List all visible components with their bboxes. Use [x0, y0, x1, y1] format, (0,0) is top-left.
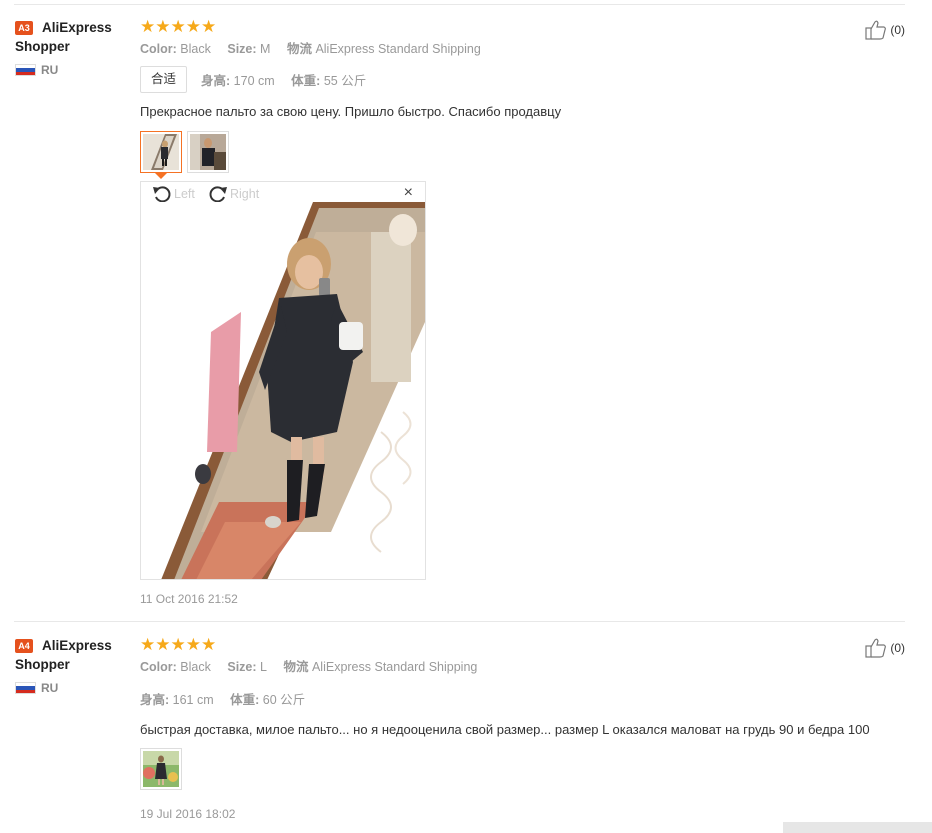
photo-thumbnail — [143, 751, 179, 787]
height-value: 161 cm — [172, 693, 214, 707]
rotate-right-icon — [209, 186, 227, 203]
reviewer-country: RU — [15, 63, 130, 77]
review-text: Прекрасное пальто за свою цену. Пришло б… — [140, 104, 562, 119]
size-label: Size: — [227, 42, 257, 56]
review-photos — [140, 748, 187, 790]
review-text: быстрая доставка, милое пальто... но я н… — [140, 722, 870, 737]
country-code: RU — [41, 63, 59, 77]
rotate-right-label: Right — [230, 187, 260, 201]
reviewer-info: A4 AliExpress Shopper RU — [15, 636, 130, 695]
color-label: Color: — [140, 42, 177, 56]
helpful-count: (0) — [890, 641, 905, 655]
review-date: 11 Oct 2016 21:52 — [140, 592, 238, 606]
review-photo-thumb[interactable] — [140, 131, 182, 179]
fit-row: 合适 身高: 170 cm 体重: 55 公斤 — [140, 66, 900, 93]
weight-label: 体重: — [230, 693, 260, 707]
color-label: Color: — [140, 660, 177, 674]
buyer-level-badge: A3 — [15, 20, 33, 35]
rotate-left-icon — [153, 186, 171, 203]
color-value: Black — [180, 660, 211, 674]
reviewer-name: AliExpress — [42, 638, 112, 653]
fit-tag: 合适 — [140, 66, 188, 93]
height-label: 身高: — [140, 693, 170, 707]
thumbs-up-icon — [865, 20, 887, 40]
rotate-left-label: Left — [174, 187, 195, 201]
review-photo-large — [141, 202, 425, 579]
helpful-vote[interactable]: (0) — [865, 638, 905, 658]
reviewer-name-line2: Shopper — [15, 39, 70, 54]
shipping-value: AliExpress Standard Shipping — [311, 660, 478, 674]
height-value: 170 cm — [233, 74, 275, 88]
reviewer-country: RU — [15, 681, 130, 695]
size-value: M — [260, 42, 271, 56]
rotate-left-button[interactable]: Left — [151, 184, 195, 204]
weight-value: 55 公斤 — [323, 74, 367, 88]
photo-thumbnail — [190, 134, 226, 170]
helpful-vote[interactable]: (0) — [865, 20, 905, 40]
country-code: RU — [41, 681, 59, 695]
star-rating: ★★★★★ — [140, 635, 217, 654]
shipping-value: AliExpress Standard Shipping — [315, 42, 481, 56]
review-photos — [140, 131, 234, 179]
thumbs-up-icon — [865, 638, 887, 658]
reviewer-name: AliExpress — [42, 20, 112, 35]
close-viewer-button[interactable]: × — [404, 185, 413, 201]
photo-viewer: Left Right × — [140, 181, 426, 580]
review-photo-thumb[interactable] — [140, 748, 182, 790]
color-value: Black — [180, 42, 211, 56]
review-photo-thumb[interactable] — [187, 131, 229, 173]
buyer-level-badge: A4 — [15, 638, 33, 653]
reviewer-name-line2: Shopper — [15, 657, 70, 672]
bottom-overlay-bar — [783, 822, 932, 833]
rotate-right-button[interactable]: Right — [207, 184, 259, 204]
body-info: 身高: 161 cm 体重: 60 公斤 — [140, 689, 305, 708]
weight-label: 体重: — [291, 74, 321, 88]
photo-thumbnail — [143, 134, 179, 170]
size-value: L — [260, 660, 267, 674]
russia-flag-icon — [15, 64, 36, 76]
body-info: 身高: 170 cm 体重: 55 公斤 — [201, 70, 366, 89]
helpful-count: (0) — [890, 23, 905, 37]
size-label: Size: — [227, 660, 257, 674]
reviewer-info: A3 AliExpress Shopper RU — [15, 18, 130, 77]
top-divider — [14, 4, 905, 5]
order-attributes: Color: Black Size: M 物流 AliExpress Stand… — [140, 41, 900, 57]
review-content: ★★★★★ Color: Black Size: M 物流 AliExpress… — [140, 17, 900, 606]
height-label: 身高: — [201, 74, 231, 88]
star-rating: ★★★★★ — [140, 17, 217, 36]
review-content: ★★★★★ Color: Black Size: L 物流 AliExpress… — [140, 635, 900, 821]
review-date: 19 Jul 2016 18:02 — [140, 807, 236, 821]
shipping-label: 物流 — [286, 42, 312, 56]
russia-flag-icon — [15, 682, 36, 694]
review-divider — [14, 621, 905, 622]
shipping-label: 物流 — [283, 660, 309, 674]
weight-value: 60 公斤 — [262, 693, 306, 707]
order-attributes: Color: Black Size: L 物流 AliExpress Stand… — [140, 659, 900, 675]
